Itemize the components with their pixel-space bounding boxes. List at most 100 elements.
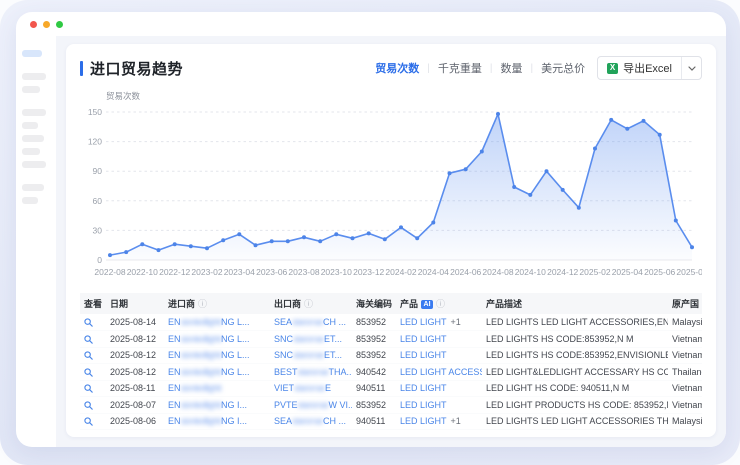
product-cell: LED LIGHT xyxy=(396,347,482,364)
svg-text:2022-12: 2022-12 xyxy=(159,267,190,277)
close-button[interactable] xyxy=(30,21,37,28)
sidebar-item-placeholder[interactable] xyxy=(22,148,40,155)
info-icon: ⓘ xyxy=(198,299,207,309)
svg-text:2025-08: 2025-08 xyxy=(676,267,702,277)
excel-icon: X xyxy=(607,63,618,74)
table-row: 2025-08-12ENsionledlightiNG L...SNCstars… xyxy=(80,347,702,364)
tab-metric-0[interactable]: 贸易次数 xyxy=(375,60,419,76)
product-cell: LED LIGHT xyxy=(396,331,482,348)
sidebar-item-placeholder[interactable] xyxy=(22,161,46,168)
sidebar-item-placeholder[interactable] xyxy=(22,197,38,204)
product-tag[interactable]: LED LIGHT xyxy=(400,334,447,344)
table-body: 2025-08-14ENsionledlightiNG L...SEAstars… xyxy=(80,314,702,430)
trend-card: 进口贸易趋势 贸易次数|千克重量|数量|美元总价 X 导出Excel xyxy=(66,44,716,437)
sidebar-item-placeholder[interactable] xyxy=(22,86,40,93)
product-tag[interactable]: LED LIGHT xyxy=(400,400,447,410)
date-cell: 2025-08-12 xyxy=(106,364,164,381)
zoom-button[interactable] xyxy=(56,21,63,28)
export-dropdown-button[interactable] xyxy=(681,57,701,79)
table-row: 2025-08-14ENsionledlightiNG L...SEAstars… xyxy=(80,314,702,331)
hs-code-cell: 853952 xyxy=(352,347,396,364)
product-tag[interactable]: LED LIGHT xyxy=(400,317,447,327)
product-cell: LED LIGHT xyxy=(396,397,482,414)
table-row: 2025-08-07ENsionledlightiNG I...PVTEstar… xyxy=(80,397,702,414)
date-cell: 2025-08-11 xyxy=(106,380,164,397)
importer-link[interactable]: ENsionledlightiNG L... xyxy=(164,347,270,364)
importer-link[interactable]: ENsionledlighti xyxy=(164,380,270,397)
sidebar-item-placeholder[interactable] xyxy=(22,184,44,191)
view-detail-button[interactable] xyxy=(80,380,106,397)
hs-code-cell: 853952 xyxy=(352,314,396,331)
product-tag[interactable]: LED LIGHT xyxy=(400,416,447,426)
sidebar-item-placeholder[interactable] xyxy=(22,109,46,116)
info-icon: ⓘ xyxy=(436,299,445,309)
view-detail-button[interactable] xyxy=(80,314,106,331)
tab-divider: | xyxy=(530,63,533,74)
product-cell: LED LIGHT ACCESSORY xyxy=(396,364,482,381)
importer-link[interactable]: ENsionledlightiNG I... xyxy=(164,397,270,414)
redacted-text: starsmar xyxy=(298,367,329,377)
importer-link[interactable]: ENsionledlightiNG L... xyxy=(164,331,270,348)
svg-text:30: 30 xyxy=(93,225,103,235)
view-detail-button[interactable] xyxy=(80,347,106,364)
trend-line-chart[interactable]: 03060901201502022-082022-102022-122023-0… xyxy=(80,102,702,286)
minimize-button[interactable] xyxy=(43,21,50,28)
hs-code-cell: 853952 xyxy=(352,331,396,348)
tab-metric-2[interactable]: 数量 xyxy=(500,60,522,76)
tab-divider: | xyxy=(490,63,493,74)
hs-code-cell: 940511 xyxy=(352,380,396,397)
product-tag[interactable]: LED LIGHT ACCESSORY xyxy=(400,367,482,377)
title-accent-bar xyxy=(80,61,83,76)
column-header: 查看 xyxy=(80,293,106,314)
sidebar-item-active[interactable] xyxy=(22,50,42,57)
sidebar-item-placeholder[interactable] xyxy=(22,73,46,80)
product-tag[interactable]: LED LIGHT xyxy=(400,350,447,360)
svg-text:2022-10: 2022-10 xyxy=(127,267,158,277)
importer-link[interactable]: ENsionledlightiNG L... xyxy=(164,364,270,381)
column-header: 产品AIⓘ xyxy=(396,293,482,314)
redacted-text: sionledlighti xyxy=(181,383,222,393)
exporter-link[interactable]: BESTstarsmarTHA... xyxy=(270,364,352,381)
svg-text:2025-06: 2025-06 xyxy=(644,267,675,277)
sidebar xyxy=(16,36,56,447)
description-cell: LED LIGHT&LEDLIGHT ACCESSARY HS CODE: 94… xyxy=(482,364,668,381)
hs-code-cell: 940542 xyxy=(352,364,396,381)
more-products-badge[interactable]: +1 xyxy=(451,317,461,327)
svg-text:2024-08: 2024-08 xyxy=(482,267,513,277)
exporter-link[interactable]: PVTEstarsmarW VI... xyxy=(270,397,352,414)
view-detail-button[interactable] xyxy=(80,397,106,414)
export-excel-label: 导出Excel xyxy=(623,60,672,76)
svg-text:2025-04: 2025-04 xyxy=(612,267,643,277)
view-detail-button[interactable] xyxy=(80,364,106,381)
more-products-badge[interactable]: +1 xyxy=(451,416,461,426)
app-window: 进口贸易趋势 贸易次数|千克重量|数量|美元总价 X 导出Excel xyxy=(16,12,726,447)
importer-link[interactable]: ENsionledlightiNG L... xyxy=(164,314,270,331)
chart-y-axis-title: 贸易次数 xyxy=(106,90,702,102)
svg-text:2024-06: 2024-06 xyxy=(450,267,481,277)
search-icon xyxy=(84,350,93,360)
sidebar-item-placeholder[interactable] xyxy=(22,135,44,142)
exporter-link[interactable]: SEAstarsmarCH ... xyxy=(270,314,352,331)
export-excel-button[interactable]: X 导出Excel xyxy=(598,57,681,79)
column-header: 日期 xyxy=(106,293,164,314)
origin-country-cell: Thailand xyxy=(668,364,702,381)
importer-link[interactable]: ENsionledlightiNG I... xyxy=(164,413,270,430)
view-detail-button[interactable] xyxy=(80,331,106,348)
exporter-link[interactable]: VIETstarsmarE xyxy=(270,380,352,397)
origin-country-cell: Vietnam xyxy=(668,347,702,364)
tab-metric-1[interactable]: 千克重量 xyxy=(438,60,482,76)
product-cell: LED LIGHT +1 xyxy=(396,314,482,331)
sidebar-item-placeholder[interactable] xyxy=(22,122,38,129)
exporter-link[interactable]: SNCstarsmarET... xyxy=(270,331,352,348)
table-row: 2025-08-12ENsionledlightiNG L...BESTstar… xyxy=(80,364,702,381)
trend-chart: 03060901201502022-082022-102022-122023-0… xyxy=(80,102,702,291)
date-cell: 2025-08-06 xyxy=(106,413,164,430)
table-header-row: 查看日期进口商ⓘ出口商ⓘ海关编码产品AIⓘ产品描述原产国 xyxy=(80,293,702,314)
tab-metric-3[interactable]: 美元总价 xyxy=(541,60,585,76)
view-detail-button[interactable] xyxy=(80,413,106,430)
exporter-link[interactable]: SEAstarsmarCH ... xyxy=(270,413,352,430)
exporter-link[interactable]: SNCstarsmarET... xyxy=(270,347,352,364)
product-tag[interactable]: LED LIGHT xyxy=(400,383,447,393)
table-row: 2025-08-11ENsionledlightiVIETstarsmarE94… xyxy=(80,380,702,397)
date-cell: 2025-08-07 xyxy=(106,397,164,414)
